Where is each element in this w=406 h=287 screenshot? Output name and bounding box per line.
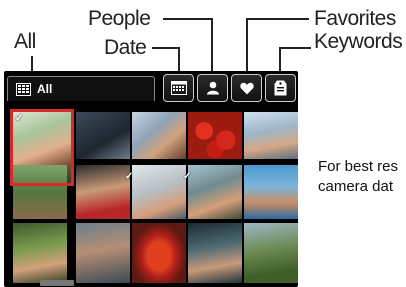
person-icon (206, 81, 219, 95)
grid-icon (16, 82, 31, 96)
callout-favorites-line (246, 18, 309, 20)
tag-icon (274, 80, 287, 96)
side-text: For best res camera dat (318, 157, 398, 197)
thumbnail[interactable] (188, 165, 242, 219)
scrollbar[interactable] (40, 280, 74, 286)
callout-date-line (152, 47, 180, 49)
calendar-icon (170, 81, 187, 95)
side-text-line-2: camera dat (318, 178, 394, 195)
callout-people-line-v (211, 18, 213, 74)
side-text-line-1: For best res (318, 158, 399, 175)
tab-keywords[interactable] (265, 74, 296, 102)
thumbnail[interactable] (76, 165, 130, 219)
thumbnail[interactable] (188, 112, 242, 159)
callout-keywords-line-v (279, 47, 281, 74)
callout-favorites: Favorites (314, 7, 396, 30)
heart-icon (239, 82, 254, 94)
checkmark-icon: ✓ (183, 171, 192, 182)
thumbnail[interactable] (132, 223, 186, 283)
callout-all: All (14, 30, 36, 53)
tab-people[interactable] (197, 74, 228, 102)
selected-thumbnail-frame (10, 109, 74, 186)
thumbnail[interactable] (13, 223, 67, 283)
thumbnail[interactable] (132, 165, 186, 219)
thumbnail[interactable] (244, 223, 298, 283)
callout-keywords-line (279, 47, 311, 49)
callout-people-line (163, 18, 213, 20)
tab-favorites[interactable] (231, 74, 262, 102)
callout-date: Date (104, 36, 147, 59)
callout-keywords: Keywords (314, 30, 403, 53)
checkmark-icon: ✓ (125, 171, 134, 182)
thumbnail[interactable] (76, 112, 130, 159)
thumbnail[interactable] (76, 223, 130, 283)
thumbnail[interactable] (244, 165, 298, 219)
callout-people: People (88, 7, 151, 30)
thumbnail[interactable] (188, 223, 242, 283)
callout-favorites-line-v (246, 18, 248, 74)
thumbnail[interactable] (244, 112, 298, 159)
tab-all[interactable]: All (7, 76, 155, 101)
tab-date[interactable] (163, 74, 194, 102)
tab-all-label: All (37, 82, 53, 96)
callout-date-line-v (178, 47, 180, 74)
thumbnail[interactable] (132, 112, 186, 159)
